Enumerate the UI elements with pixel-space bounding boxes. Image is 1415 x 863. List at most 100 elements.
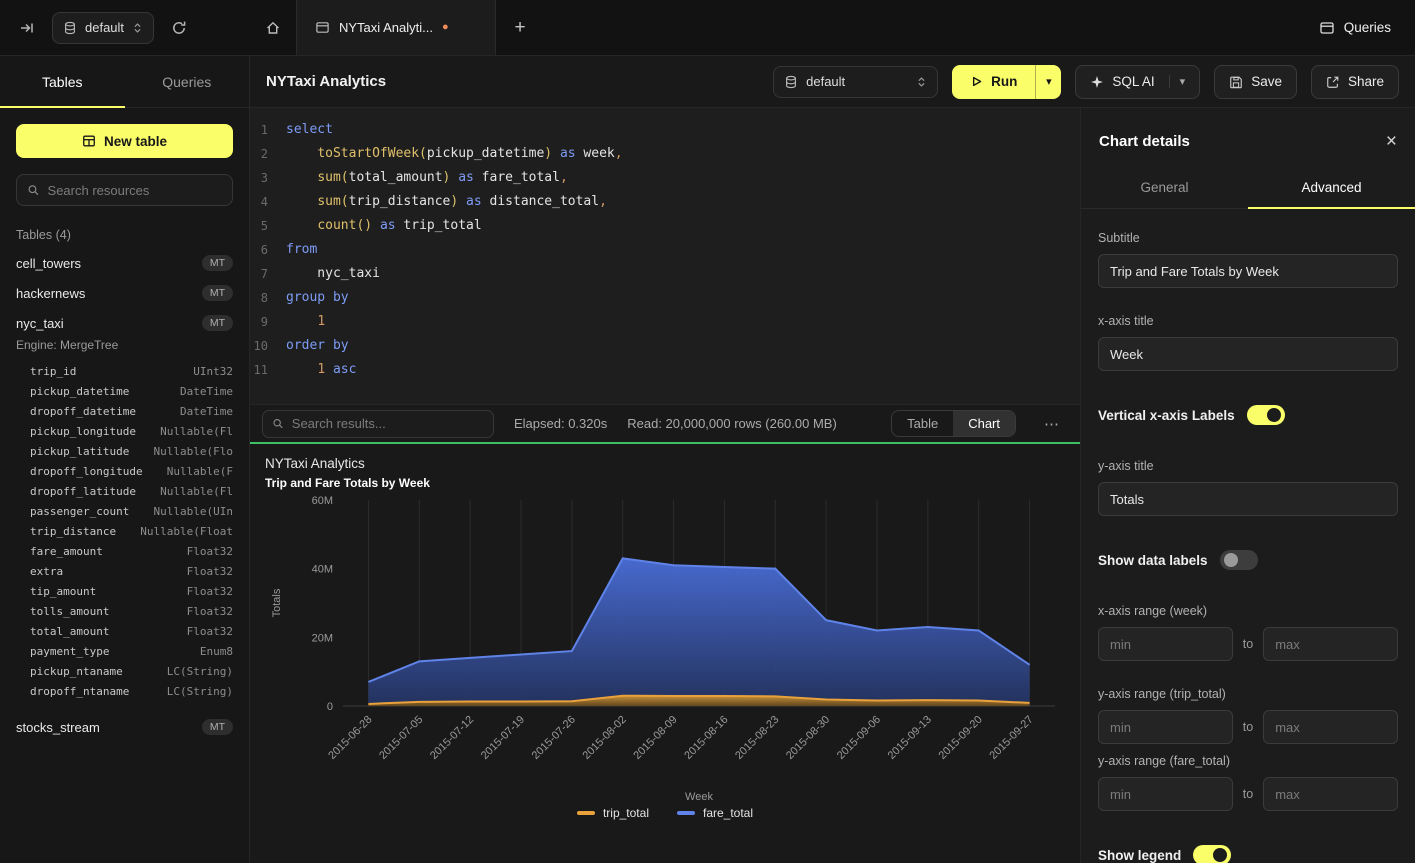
column-row[interactable]: dropoff_ntanameLC(String) xyxy=(30,682,233,702)
column-row[interactable]: pickup_longitudeNullable(Fl xyxy=(30,422,233,442)
column-name: pickup_datetime xyxy=(30,382,129,402)
topbar-tabs: NYTaxi Analyti... ● + xyxy=(250,0,544,55)
run-options-caret[interactable]: ▾ xyxy=(1035,65,1061,99)
column-name: dropoff_ntaname xyxy=(30,682,129,702)
editor-line[interactable]: 11 1 asc xyxy=(250,358,1080,382)
table-list-item[interactable]: cell_towersMT xyxy=(0,248,249,278)
legend-item[interactable]: fare_total xyxy=(677,806,753,820)
y-axis-range-fare-min-input[interactable] xyxy=(1098,777,1233,811)
column-row[interactable]: pickup_ntanameLC(String) xyxy=(30,662,233,682)
vertical-x-labels-toggle[interactable] xyxy=(1247,405,1285,425)
column-row[interactable]: passenger_countNullable(UIn xyxy=(30,502,233,522)
sql-ai-caret[interactable]: ▾ xyxy=(1169,75,1186,88)
share-button[interactable]: Share xyxy=(1311,65,1399,99)
code-line: toStartOfWeek(pickup_datetime) as week, xyxy=(286,142,623,166)
sql-ai-button[interactable]: SQL AI ▾ xyxy=(1075,65,1200,99)
column-row[interactable]: dropoff_datetimeDateTime xyxy=(30,402,233,422)
y-axis-range-fare-max-input[interactable] xyxy=(1263,777,1398,811)
editor-line[interactable]: 8group by xyxy=(250,286,1080,310)
legend-label: trip_total xyxy=(603,806,649,820)
results-search-input[interactable] xyxy=(292,416,484,431)
show-data-labels-label: Show data labels xyxy=(1098,553,1208,568)
tab-general[interactable]: General xyxy=(1081,169,1248,208)
column-row[interactable]: trip_idUInt32 xyxy=(30,362,233,382)
resources-search[interactable] xyxy=(16,174,233,206)
tab-tables[interactable]: Tables xyxy=(0,56,125,107)
editor-line[interactable]: 2 toStartOfWeek(pickup_datetime) as week… xyxy=(250,142,1080,166)
column-row[interactable]: tip_amountFloat32 xyxy=(30,582,233,602)
refresh-icon[interactable] xyxy=(166,15,192,41)
svg-text:2015-09-13: 2015-09-13 xyxy=(886,714,934,762)
view-chart-button[interactable]: Chart xyxy=(953,411,1015,436)
show-data-labels-toggle[interactable] xyxy=(1220,550,1258,570)
database-selector-query[interactable]: default xyxy=(773,66,938,98)
database-selector-value: default xyxy=(806,74,845,89)
close-icon[interactable]: × xyxy=(1386,132,1397,151)
legend-label: fare_total xyxy=(703,806,753,820)
run-button[interactable]: Run xyxy=(952,65,1035,99)
column-row[interactable]: fare_amountFloat32 xyxy=(30,542,233,562)
y-axis-range-trip-min-input[interactable] xyxy=(1098,710,1233,744)
editor-line[interactable]: 7 nyc_taxi xyxy=(250,262,1080,286)
sql-editor[interactable]: 1select2 toStartOfWeek(pickup_datetime) … xyxy=(250,108,1080,404)
editor-line[interactable]: 10order by xyxy=(250,334,1080,358)
y-axis-title-input[interactable] xyxy=(1098,482,1398,516)
column-row[interactable]: trip_distanceNullable(Float xyxy=(30,522,233,542)
editor-line[interactable]: 1select xyxy=(250,118,1080,142)
editor-line[interactable]: 3 sum(total_amount) as fare_total, xyxy=(250,166,1080,190)
legend-item[interactable]: trip_total xyxy=(577,806,649,820)
column-type: Float32 xyxy=(187,622,233,642)
column-row[interactable]: payment_typeEnum8 xyxy=(30,642,233,662)
database-icon xyxy=(784,75,798,89)
column-row[interactable]: dropoff_longitudeNullable(F xyxy=(30,462,233,482)
column-name: dropoff_datetime xyxy=(30,402,136,422)
tab-queries[interactable]: Queries xyxy=(125,56,250,107)
table-list-item[interactable]: stocks_streamMT xyxy=(0,712,249,742)
y-axis-range-fare-row: to xyxy=(1098,777,1398,811)
column-row[interactable]: dropoff_latitudeNullable(Fl xyxy=(30,482,233,502)
x-axis-range-max-input[interactable] xyxy=(1263,627,1398,661)
editor-line[interactable]: 6from xyxy=(250,238,1080,262)
subtitle-input[interactable] xyxy=(1098,254,1398,288)
resources-search-input[interactable] xyxy=(48,183,222,198)
y-axis-range-trip-max-input[interactable] xyxy=(1263,710,1398,744)
svg-text:2015-09-20: 2015-09-20 xyxy=(937,714,985,762)
database-icon xyxy=(63,21,77,35)
new-table-button[interactable]: New table xyxy=(16,124,233,158)
topbar-left: default xyxy=(0,0,250,55)
results-search[interactable] xyxy=(262,410,494,438)
save-button[interactable]: Save xyxy=(1214,65,1297,99)
table-name: cell_towers xyxy=(16,256,81,271)
table-list-item[interactable]: hackernewsMT xyxy=(0,278,249,308)
table-list-item[interactable]: nyc_taxiMT xyxy=(0,308,249,338)
svg-text:Week: Week xyxy=(685,791,713,803)
x-axis-title-input[interactable] xyxy=(1098,337,1398,371)
column-row[interactable]: pickup_latitudeNullable(Flo xyxy=(30,442,233,462)
chevron-updown-icon xyxy=(132,21,143,35)
queries-button[interactable]: Queries xyxy=(1319,20,1391,36)
engine-badge: MT xyxy=(202,315,233,331)
column-type: Float32 xyxy=(187,602,233,622)
line-number: 11 xyxy=(250,358,286,382)
database-selector-topbar[interactable]: default xyxy=(52,12,154,44)
column-name: pickup_latitude xyxy=(30,442,129,462)
column-row[interactable]: tolls_amountFloat32 xyxy=(30,602,233,622)
chevron-updown-icon xyxy=(916,75,927,89)
tab-advanced[interactable]: Advanced xyxy=(1248,169,1415,208)
column-row[interactable]: total_amountFloat32 xyxy=(30,622,233,642)
collapse-sidebar-icon[interactable] xyxy=(14,15,40,41)
editor-line[interactable]: 5 count() as trip_total xyxy=(250,214,1080,238)
editor-line[interactable]: 4 sum(trip_distance) as distance_total, xyxy=(250,190,1080,214)
engine-badge: MT xyxy=(202,285,233,301)
new-tab-button[interactable]: + xyxy=(496,0,544,55)
line-number: 4 xyxy=(250,190,286,214)
column-row[interactable]: pickup_datetimeDateTime xyxy=(30,382,233,402)
query-tab[interactable]: NYTaxi Analyti... ● xyxy=(296,0,496,55)
home-icon[interactable] xyxy=(250,0,296,55)
editor-line[interactable]: 9 1 xyxy=(250,310,1080,334)
view-table-button[interactable]: Table xyxy=(892,411,953,436)
x-axis-range-min-input[interactable] xyxy=(1098,627,1233,661)
column-row[interactable]: extraFloat32 xyxy=(30,562,233,582)
more-options-icon[interactable]: ⋯ xyxy=(1036,415,1068,433)
show-legend-toggle[interactable] xyxy=(1193,845,1231,863)
